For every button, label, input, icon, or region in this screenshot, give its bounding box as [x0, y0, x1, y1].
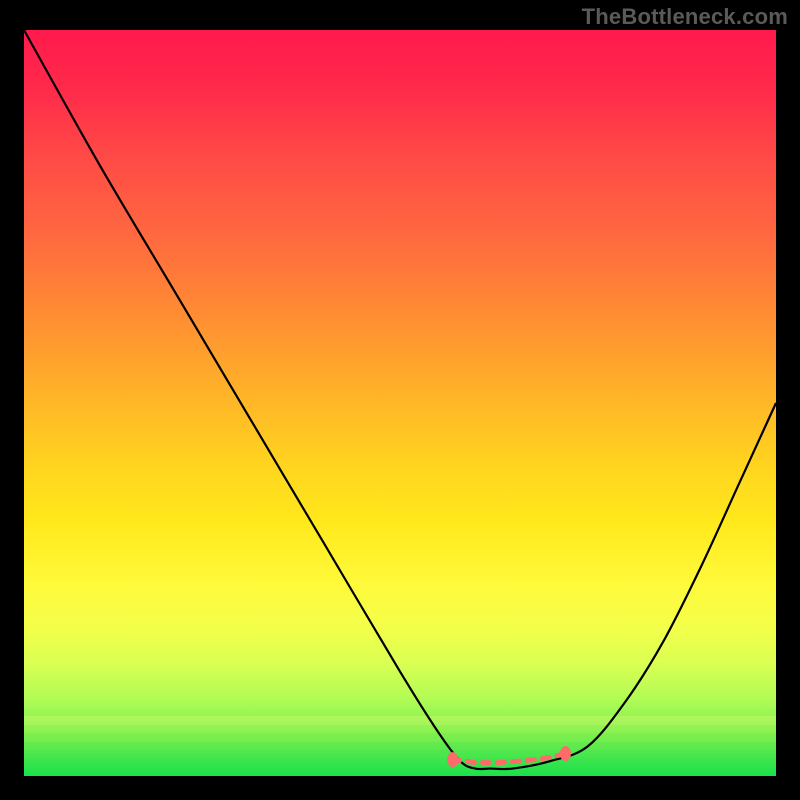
chart-frame: TheBottleneck.com	[0, 0, 800, 800]
optimum-start-dot	[447, 752, 458, 767]
bottleneck-curve	[24, 30, 776, 769]
curve-layer	[24, 30, 776, 776]
optimum-markers	[447, 746, 571, 767]
optimum-end-dot	[560, 746, 571, 761]
plot-area	[24, 30, 776, 776]
watermark-label: TheBottleneck.com	[582, 4, 788, 30]
curve-line	[24, 30, 776, 769]
